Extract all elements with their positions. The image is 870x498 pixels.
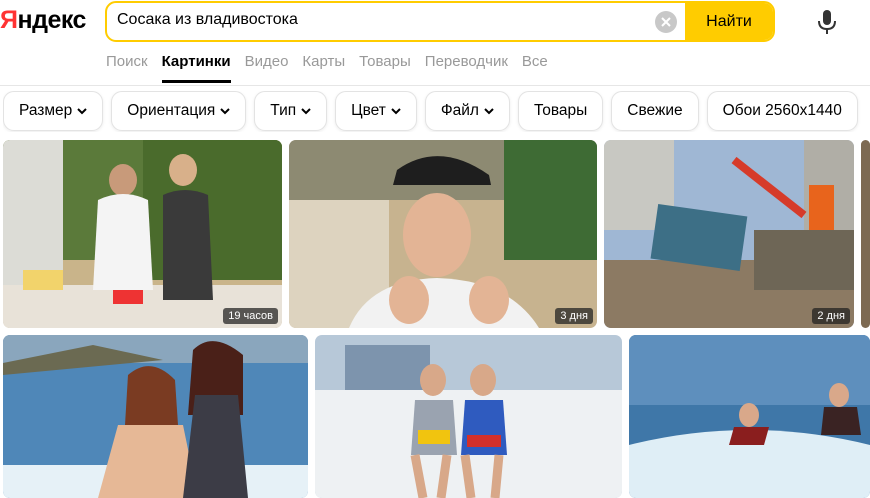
kitchen-scene-image <box>3 140 282 328</box>
filter-color[interactable]: Цвет <box>335 91 417 131</box>
image-result[interactable]: 2 дня <box>604 140 854 328</box>
filter-fresh-label: Свежие <box>627 102 683 119</box>
sea-swimmers-image <box>3 335 308 498</box>
partial-image <box>861 140 870 328</box>
filter-type-label: Тип <box>270 102 297 119</box>
yandex-logo[interactable]: Яндекс <box>0 6 86 35</box>
image-age-badge: 2 дня <box>812 308 850 324</box>
filter-bar: Размер Ориентация Тип Цвет Файл Товары С… <box>3 91 870 132</box>
image-result-partial[interactable] <box>861 140 870 328</box>
image-age-badge: 3 дня <box>555 308 593 324</box>
search-button[interactable]: Найти <box>685 3 773 40</box>
truck-container-image <box>604 140 854 328</box>
tab-maps[interactable]: Карты <box>302 53 345 83</box>
header: Яндекс Сосака из владивостока Найти Поис… <box>0 0 870 86</box>
filter-products[interactable]: Товары <box>517 91 604 131</box>
tab-images[interactable]: Картинки <box>161 53 231 83</box>
filter-size[interactable]: Размер <box>3 91 104 131</box>
tab-search[interactable]: Поиск <box>106 53 148 83</box>
image-age-badge: 19 часов <box>223 308 278 324</box>
tab-all[interactable]: Все <box>522 53 548 83</box>
logo-first-letter: Я <box>0 6 18 34</box>
logo-rest: ндекс <box>17 6 86 34</box>
chevron-down-icon <box>77 108 87 115</box>
filter-fresh[interactable]: Свежие <box>611 91 699 131</box>
thumbs-up-portrait-image <box>289 140 597 328</box>
snow-swimsuits-image <box>315 335 622 498</box>
image-result[interactable]: 19 часов <box>3 140 282 328</box>
image-result[interactable]: 3 дня <box>289 140 597 328</box>
filter-orientation[interactable]: Ориентация <box>111 91 247 131</box>
microphone-icon[interactable] <box>815 8 839 36</box>
chevron-down-icon <box>484 108 494 115</box>
filter-wallpapers[interactable]: Обои 2560x1440 <box>706 91 858 131</box>
filter-products-label: Товары <box>533 102 588 119</box>
tab-translator[interactable]: Переводчик <box>425 53 508 83</box>
tab-products[interactable]: Товары <box>359 53 411 83</box>
image-result[interactable] <box>3 335 308 498</box>
filter-type[interactable]: Тип <box>254 91 328 131</box>
chevron-down-icon <box>391 108 401 115</box>
filter-size-label: Размер <box>19 102 73 119</box>
image-result[interactable] <box>315 335 622 498</box>
clear-search-icon[interactable] <box>655 11 677 33</box>
search-input[interactable]: Сосака из владивостока <box>117 11 298 29</box>
filter-color-label: Цвет <box>351 102 386 119</box>
chevron-down-icon <box>220 108 230 115</box>
chevron-down-icon <box>301 108 311 115</box>
filter-file[interactable]: Файл <box>424 91 510 131</box>
filter-wallpapers-label: Обои 2560x1440 <box>722 102 842 119</box>
image-result[interactable] <box>629 335 870 498</box>
ice-water-swimmers-image <box>629 335 870 498</box>
filter-orientation-label: Ориентация <box>127 102 216 119</box>
search-tabs: Поиск Картинки Видео Карты Товары Перево… <box>106 53 562 83</box>
search-box[interactable]: Сосака из владивостока Найти <box>105 1 775 42</box>
tab-video[interactable]: Видео <box>245 53 289 83</box>
filter-file-label: Файл <box>440 102 479 119</box>
